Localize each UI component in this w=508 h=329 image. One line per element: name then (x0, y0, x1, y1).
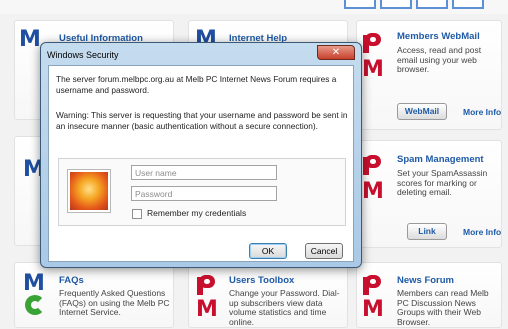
insecure-warning: Warning: This server is requesting that … (56, 110, 348, 131)
g-logo-icon (25, 295, 45, 315)
tile-description: Change your Password. Dial-up subscriber… (229, 288, 340, 327)
tile-faqs: M FAQs Frequently Asked Questions (FAQs)… (14, 262, 174, 328)
server-message: The server forum.melbpc.org.au at Melb P… (56, 74, 337, 95)
tile-title[interactable]: Members WebMail (397, 31, 480, 42)
dialog-body: The server forum.melbpc.org.au at Melb P… (48, 65, 354, 262)
m-logo-icon: M (362, 179, 384, 204)
dialog-title: Windows Security (47, 50, 119, 60)
tile-description: Access, read and post email using your w… (397, 45, 482, 74)
tile-spam-management: M Spam Management Set your SpamAssassin … (356, 140, 502, 248)
top-strip (0, 0, 508, 14)
password-input[interactable] (131, 186, 277, 201)
remember-credentials-checkbox[interactable] (132, 209, 142, 219)
ok-button[interactable]: OK (249, 243, 287, 259)
tile-title[interactable]: News Forum (397, 275, 454, 286)
cancel-button[interactable]: Cancel (305, 243, 343, 259)
tile-news-forum: M News Forum Members can read Melb PC Di… (356, 262, 502, 328)
close-button[interactable]: ✕ (317, 45, 355, 60)
m-logo-icon: M (362, 297, 384, 322)
spam-link-button[interactable]: Link (407, 223, 447, 240)
tile-description: Members can read Melb PC Discussion News… (397, 288, 489, 327)
top-nav-button[interactable] (380, 0, 412, 9)
tile-users-toolbox: M Users Toolbox Change your Password. Di… (188, 262, 348, 328)
credential-panel: Remember my credentials (58, 158, 346, 226)
tile-title[interactable]: Users Toolbox (229, 275, 294, 286)
remember-credentials-label[interactable]: Remember my credentials (147, 208, 246, 218)
m-logo-icon: M (19, 27, 41, 52)
m-logo-icon: M (362, 57, 384, 82)
top-nav-button[interactable] (344, 0, 376, 9)
top-nav-button[interactable] (416, 0, 448, 9)
tile-title[interactable]: FAQs (59, 275, 84, 286)
more-info-link[interactable]: More Info (463, 227, 501, 237)
m-logo-icon: M (23, 271, 45, 296)
windows-security-dialog: Windows Security ✕ The server forum.melb… (40, 42, 362, 268)
username-input[interactable] (131, 165, 277, 180)
tile-description: Set your SpamAssassin scores for marking… (397, 168, 488, 197)
more-info-link[interactable]: More Info (463, 107, 501, 117)
tile-title[interactable]: Spam Management (397, 154, 484, 165)
tile-description: Frequently Asked Questions (FAQs) on usi… (59, 288, 170, 317)
m-logo-icon: M (196, 297, 218, 322)
tile-members-webmail: M Members WebMail Access, read and post … (356, 20, 502, 130)
webmail-button[interactable]: WebMail (397, 103, 447, 120)
user-tile-icon (67, 169, 111, 213)
top-nav-button[interactable] (452, 0, 484, 9)
